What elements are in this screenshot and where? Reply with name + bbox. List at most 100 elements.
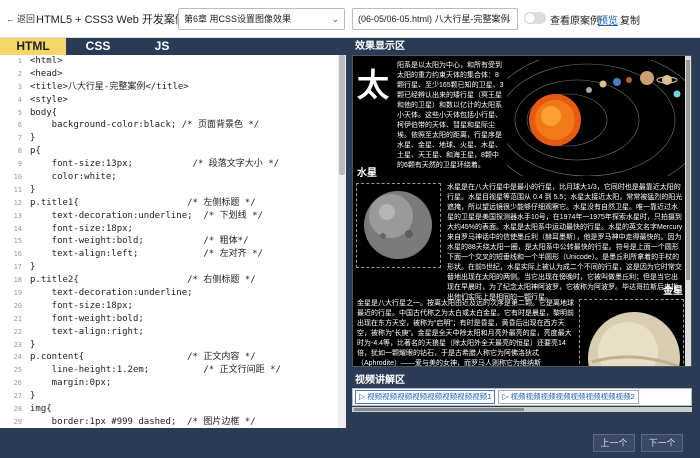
video-item[interactable]: ▷ 视频视频视频视频视频视频视频视频1 (355, 390, 496, 404)
bottom-bar: 上一个 下一个 (0, 428, 700, 458)
line-number: 4 (17, 95, 22, 104)
code-line: 8 p{ (0, 145, 346, 158)
line-number: 12 (13, 198, 22, 207)
code-line: 28 img{ (0, 403, 346, 416)
line-number: 17 (13, 263, 22, 272)
line-number: 10 (13, 173, 22, 182)
copy-link[interactable]: 复制 (620, 12, 640, 27)
code-line: 19 text-decoration:underline; (0, 287, 346, 300)
code-line: 4 <style> (0, 94, 346, 107)
sun-section: 太 阳系是以太阳为中心，和所有受到太阳的重力约束天体的集合体：8颗行星、至少16… (353, 56, 687, 176)
code-text: } (30, 262, 36, 273)
view-original-toggle[interactable] (524, 12, 546, 24)
code-text: p.title2{ /* 右侧标题 */ (30, 275, 256, 286)
venus-image (582, 302, 681, 366)
code-line: 26 margin:0px; (0, 377, 346, 390)
code-line: 21 font-weight:bold; (0, 313, 346, 326)
chevron-down-icon: ⌄ (504, 14, 512, 24)
code-text: p.title1{ /* 左侧标题 */ (30, 197, 256, 208)
code-line: 27} (0, 390, 346, 403)
back-button[interactable]: ← 返回 (6, 12, 35, 25)
video-strip-scrollbar[interactable] (352, 407, 692, 412)
video-item[interactable]: ▷ 视频视频视频视频视频视频视频视频2 (498, 390, 639, 404)
code-text: font-weight:bold; /* 粗体*/ (30, 236, 249, 247)
chapter-select[interactable]: 第6章 用CSS设置图像效果 ⌄ (178, 8, 345, 30)
right-panel: 效果显示区 太 阳系是以太阳为中心，和所有受到太阳的重力约束天体的集合体：8颗行… (346, 38, 700, 428)
line-number: 23 (13, 340, 22, 349)
code-text: } (30, 391, 36, 402)
chevron-down-icon: ⌄ (331, 14, 339, 24)
mercury-heading: 水星 (357, 168, 377, 179)
tab-css[interactable]: CSS (66, 38, 130, 55)
line-number: 14 (13, 224, 22, 233)
code-text: p.content{ /* 正文内容 */ (30, 352, 256, 363)
code-line: 15 font-weight:bold; /* 粗体*/ (0, 235, 346, 248)
code-line: 29 border:1px #999 dashed; /* 图片边框 */ (0, 416, 346, 428)
case-select[interactable]: (06-05/06-05.html) 八大行星-完整案例 ⌄ (352, 8, 518, 30)
line-number: 25 (13, 366, 22, 375)
preview-link[interactable]: 预览 (598, 12, 618, 27)
venus-paragraph: 金星是八大行星之一。按离太阳由近及远的次序是第二颗。它是离地球最近的行星。中国古… (357, 300, 574, 367)
code-text: color:white; (30, 172, 117, 183)
code-editor-panel: HTML CSS JS 1 <html> 2 <head> 3 <title>八大行星-完… (0, 38, 346, 428)
code-text: text-align:right; (30, 326, 144, 337)
code-line: 25 line-height:1.2em; /* 正文行间距 */ (0, 364, 346, 377)
line-number: 28 (13, 405, 22, 414)
tab-js[interactable]: JS (130, 38, 194, 55)
line-number: 21 (13, 314, 22, 323)
code-text: font-size:18px; (30, 300, 133, 311)
line-number: 20 (13, 301, 22, 310)
line-number: 6 (17, 121, 22, 130)
code-scrollbar[interactable] (338, 55, 346, 428)
line-number: 18 (13, 276, 22, 285)
code-line: 7} (0, 132, 346, 145)
solar-system-image (507, 60, 685, 176)
video-strip-scrollbar-thumb[interactable] (354, 408, 524, 411)
effect-area-title: 效果显示区 (355, 41, 405, 52)
code-text: <style> (30, 94, 68, 105)
code-line: 13 text-decoration:underline; /* 下划线 */ (0, 210, 346, 223)
mercury-image (359, 186, 438, 265)
code-text: text-align:left; /* 左对齐 */ (30, 249, 263, 260)
code-area[interactable]: 1 <html> 2 <head> 3 <title>八大行星-完整案例</title> 4… (0, 55, 346, 428)
code-line: 14 font-size:18px; (0, 223, 346, 236)
play-icon: ▷ (502, 392, 509, 401)
line-number: 19 (13, 289, 22, 298)
code-text: margin:0px; (30, 378, 112, 389)
line-number: 27 (13, 392, 22, 401)
line-number: 13 (13, 211, 22, 220)
code-text: p{ (30, 146, 41, 157)
back-arrow-icon: ← (6, 13, 15, 24)
drop-cap: 太 (357, 66, 390, 104)
line-number: 26 (13, 379, 22, 388)
tab-html[interactable]: HTML (0, 38, 66, 55)
code-scrollbar-thumb[interactable] (339, 55, 345, 175)
case-select-value: (06-05/06-05.html) 八大行星-完整案例 (358, 14, 510, 24)
preview-scrollbar-thumb[interactable] (686, 60, 690, 280)
code-text: font-size:13px; /* 段落文字大小 */ (30, 159, 280, 170)
preview-scrollbar[interactable] (685, 56, 691, 366)
line-number: 15 (13, 237, 22, 246)
line-number: 24 (13, 353, 22, 362)
code-text: background-color:black; /* 页面背景色 */ (30, 120, 260, 131)
line-number: 11 (13, 185, 22, 194)
line-number: 3 (17, 82, 22, 91)
line-number: 9 (17, 160, 22, 169)
prev-button[interactable]: 上一个 (593, 434, 635, 452)
code-line: 18 p.title2{ /* 右侧标题 */ (0, 274, 346, 287)
code-line: 17} (0, 261, 346, 274)
next-button[interactable]: 下一个 (641, 434, 683, 452)
code-text: <title>八大行星-完整案例</title> (30, 81, 189, 92)
line-number: 16 (13, 250, 22, 259)
line-number: 5 (17, 108, 22, 117)
code-text: } (30, 184, 36, 195)
venus-section: 金星 金星是八大行星之一。按离太阳由近及远的次序是第二颗。它是离地球最近的行星。… (353, 282, 687, 367)
code-line: 23} (0, 339, 346, 352)
line-number: 29 (13, 417, 22, 426)
code-text: text-decoration:underline; /* 下划线 */ (30, 210, 263, 221)
code-line: 11} (0, 184, 346, 197)
line-number: 1 (17, 57, 22, 65)
video-strip: ▷ 视频视频视频视频视频视频视频视频1 ▷ 视频视频视频视频视频视频视频视频2 (352, 388, 692, 406)
video-label: 视频视频视频视频视频视频视频视频1 (367, 392, 492, 401)
top-toolbar: ← 返回 HTML5 + CSS3 Web 开发案例教程 第6章 用CSS设置图… (0, 0, 700, 38)
